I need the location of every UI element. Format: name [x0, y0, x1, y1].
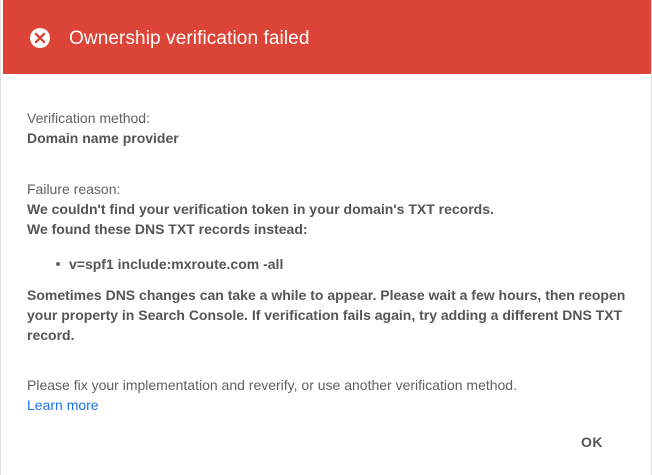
failure-reason-label: Failure reason: — [27, 181, 121, 197]
learn-more-link[interactable]: Learn more — [27, 397, 99, 413]
error-circle-icon — [30, 28, 50, 48]
dialog-header: Ownership verification failed — [3, 0, 651, 74]
ok-button[interactable]: OK — [581, 432, 603, 452]
dialog-title: Ownership verification failed — [69, 28, 310, 49]
fix-instruction: Please fix your implementation and rever… — [27, 377, 517, 393]
txt-records-list: v=spf1 include:mxroute.com -all — [27, 254, 627, 274]
method-value: Domain name provider — [27, 130, 179, 146]
verification-failed-dialog: Ownership verification failed Verificati… — [0, 0, 652, 475]
failure-reason-line2: We found these DNS TXT records instead: — [27, 221, 308, 237]
failure-reason-line1: We couldn't find your verification token… — [27, 201, 494, 217]
method-label: Verification method: — [27, 110, 150, 126]
dns-delay-note: Sometimes DNS changes can take a while t… — [27, 287, 626, 343]
dialog-body: Verification method: Domain name provide… — [27, 108, 627, 415]
txt-record-item: v=spf1 include:mxroute.com -all — [56, 254, 627, 274]
